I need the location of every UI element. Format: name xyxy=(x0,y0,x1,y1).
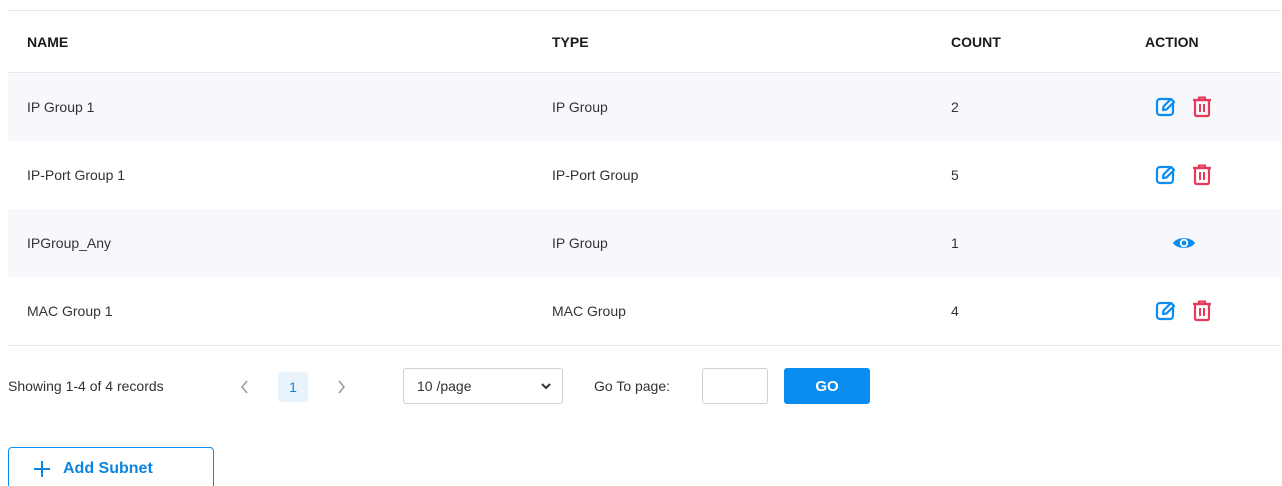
page-size-value: 10 /page xyxy=(417,378,472,394)
records-summary: Showing 1-4 of 4 records xyxy=(8,378,164,394)
row-count: 1 xyxy=(951,235,959,251)
header-action: ACTION xyxy=(1145,33,1199,50)
row-type: MAC Group xyxy=(552,303,626,319)
row-name: IP Group 1 xyxy=(27,99,95,115)
row-type: IP Group xyxy=(552,99,608,115)
plus-icon xyxy=(34,461,50,477)
table-row: MAC Group 1 MAC Group 4 xyxy=(8,277,1281,346)
row-count: 5 xyxy=(951,167,959,183)
row-count: 2 xyxy=(951,99,959,115)
row-type: IP-Port Group xyxy=(552,167,639,183)
chevron-down-icon xyxy=(541,383,551,390)
add-subnet-label: Add Subnet xyxy=(63,460,153,477)
table-row: IP Group 1 IP Group 2 xyxy=(8,73,1281,141)
row-type: IP Group xyxy=(552,235,608,251)
page: NAME TYPE COUNT ACTION IP Group 1 IP Gro… xyxy=(0,0,1282,486)
next-page-button[interactable] xyxy=(328,372,354,402)
add-subnet-button[interactable]: Add Subnet xyxy=(8,447,214,486)
header-name[interactable]: NAME xyxy=(27,34,68,50)
view-icon[interactable] xyxy=(1172,231,1196,255)
row-actions xyxy=(1144,141,1224,209)
row-name: IPGroup_Any xyxy=(27,235,112,251)
table-row: IPGroup_Any IP Group 1 xyxy=(8,209,1281,277)
go-button[interactable]: GO xyxy=(784,368,870,404)
header-type[interactable]: TYPE xyxy=(552,34,589,50)
table-row: IP-Port Group 1 IP-Port Group 5 xyxy=(8,141,1281,209)
goto-page-input[interactable] xyxy=(702,368,768,404)
delete-icon[interactable] xyxy=(1190,163,1214,187)
groups-table: NAME TYPE COUNT ACTION IP Group 1 IP Gro… xyxy=(8,10,1281,346)
row-name: MAC Group 1 xyxy=(27,303,113,319)
page-size-select[interactable]: 10 /page xyxy=(403,368,563,404)
page-1-button[interactable]: 1 xyxy=(278,372,308,402)
prev-page-button[interactable] xyxy=(232,372,258,402)
row-actions xyxy=(1144,209,1224,277)
edit-icon[interactable] xyxy=(1154,299,1178,323)
chevron-left-icon xyxy=(241,380,248,394)
delete-icon[interactable] xyxy=(1190,95,1214,119)
row-name: IP-Port Group 1 xyxy=(27,167,126,183)
edit-icon[interactable] xyxy=(1154,95,1178,119)
pagination: Showing 1-4 of 4 records 1 10 /page Go T… xyxy=(8,368,1008,406)
row-actions xyxy=(1144,73,1224,141)
table-header: NAME TYPE COUNT ACTION xyxy=(8,11,1281,73)
edit-icon[interactable] xyxy=(1154,163,1178,187)
delete-icon[interactable] xyxy=(1190,299,1214,323)
chevron-right-icon xyxy=(338,380,345,394)
goto-page-label: Go To page: xyxy=(594,378,671,394)
row-count: 4 xyxy=(951,303,959,319)
row-actions xyxy=(1144,277,1224,345)
header-count[interactable]: COUNT xyxy=(951,34,1001,50)
